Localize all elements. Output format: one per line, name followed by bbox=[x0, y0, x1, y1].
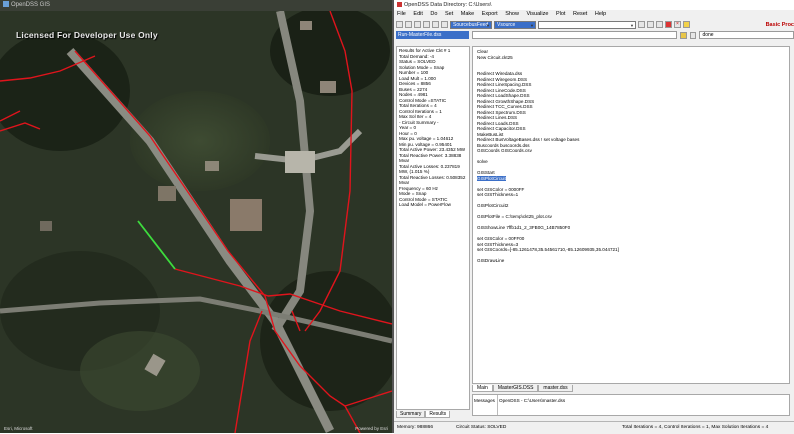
tab-results[interactable]: Results bbox=[425, 411, 451, 418]
command-toolbar: Run-MasterFile.dss done bbox=[394, 30, 794, 40]
window-title-bar: OpenDSS Data Directory: C:\Users\ bbox=[394, 0, 794, 10]
save-all-icon[interactable] bbox=[423, 21, 430, 28]
gear-icon[interactable] bbox=[689, 31, 697, 39]
file-selector[interactable]: Run-MasterFile.dss bbox=[396, 31, 469, 39]
menu-edit[interactable]: Edit bbox=[413, 11, 422, 17]
status-bar: Memory: 988866 Circuit Status: SOLVED To… bbox=[394, 421, 794, 434]
summary-tabs: Summary Results bbox=[396, 410, 451, 419]
tab-main[interactable]: Main bbox=[472, 385, 493, 392]
editor-tabs: Main MasterGIS.DSS master.dss bbox=[472, 384, 573, 393]
element-class-combo[interactable]: Vsource ▼ bbox=[494, 20, 536, 29]
solve-icon[interactable] bbox=[441, 21, 448, 28]
tab-master[interactable]: master.dss bbox=[538, 385, 573, 392]
menu-make[interactable]: Make bbox=[461, 11, 474, 17]
map-attribution-powered: Powered by Esri bbox=[355, 426, 388, 431]
building bbox=[320, 81, 336, 93]
menu-show[interactable]: Show bbox=[505, 11, 519, 17]
compile-icon[interactable] bbox=[432, 21, 439, 28]
menu-plot[interactable]: Plot bbox=[556, 11, 565, 17]
chevron-down-icon: ▼ bbox=[530, 22, 534, 28]
circuit-status: Circuit Status: SOLVED bbox=[456, 425, 507, 430]
chevron-down-icon: ▼ bbox=[630, 22, 634, 28]
command-result-box[interactable]: done bbox=[699, 31, 794, 39]
zoom-icon[interactable] bbox=[638, 21, 645, 28]
menu-export[interactable]: Export bbox=[482, 11, 498, 17]
menu-help[interactable]: Help bbox=[595, 11, 606, 17]
chevron-down-icon: ▼ bbox=[486, 22, 490, 28]
building bbox=[205, 161, 219, 171]
circuit-combo[interactable]: SourcebusFeed ▼ bbox=[450, 20, 492, 29]
summary-pane[interactable]: Results for Active Ckt # 1 Total Demand: … bbox=[396, 46, 470, 410]
messages-label: Messages bbox=[474, 398, 495, 403]
building bbox=[300, 21, 312, 30]
menu-reset[interactable]: Reset bbox=[573, 11, 587, 17]
gis-map-window[interactable]: OpenDSS GIS Licensed For Developer Use O… bbox=[0, 0, 392, 433]
element-combo[interactable]: ▼ bbox=[538, 20, 636, 29]
menu-file[interactable]: File bbox=[397, 11, 406, 17]
editor-line: GISDrawLine bbox=[477, 258, 505, 263]
opendss-window: OpenDSS Data Directory: C:\Users\ File E… bbox=[392, 0, 794, 434]
messages-text: OpenDSS - C:\Users\master.dss bbox=[499, 398, 566, 403]
close-icon[interactable]: × bbox=[674, 21, 681, 28]
map-title: OpenDSS GIS bbox=[11, 2, 51, 8]
new-file-icon[interactable] bbox=[396, 21, 403, 28]
color-icon[interactable] bbox=[656, 21, 663, 28]
edit-icon[interactable] bbox=[647, 21, 654, 28]
messages-panel[interactable]: Messages OpenDSS - C:\Users\master.dss bbox=[472, 394, 790, 416]
satellite-map[interactable] bbox=[0, 11, 392, 433]
save-icon[interactable] bbox=[414, 21, 421, 28]
script-editor[interactable]: Clear New Circuit.ckt25 Redirect Wiredata.… bbox=[472, 46, 790, 384]
main-toolbar: SourcebusFeed ▼ Vsource ▼ ▼ × Basic Proc bbox=[394, 19, 794, 30]
window-title: OpenDSS Data Directory: C:\Users\ bbox=[404, 2, 492, 8]
memory-status: Memory: 988866 bbox=[397, 425, 433, 430]
open-folder-icon[interactable] bbox=[405, 21, 412, 28]
selected-text: GISPlotCircuit bbox=[477, 175, 506, 181]
map-attribution: Esri, Microsoft bbox=[4, 426, 33, 431]
lightbulb-icon[interactable] bbox=[683, 21, 690, 28]
menu-visualize[interactable]: Visualize bbox=[527, 11, 549, 17]
folder-icon[interactable] bbox=[679, 31, 687, 39]
iterations-status: Total Iterations = 4, Control Iterations… bbox=[622, 425, 769, 430]
menu-do[interactable]: Do bbox=[430, 11, 437, 17]
map-title-bar: OpenDSS GIS bbox=[0, 0, 392, 11]
building bbox=[230, 199, 262, 231]
tab-mastergis[interactable]: MasterGIS.DSS bbox=[492, 385, 539, 392]
app-icon bbox=[397, 2, 402, 8]
divider bbox=[497, 395, 498, 415]
field-patch bbox=[80, 331, 200, 411]
menu-set[interactable]: Set bbox=[445, 11, 453, 17]
basic-proc-button[interactable]: Basic Proc bbox=[766, 22, 794, 28]
summary-line: Load Model = PowerFlow bbox=[399, 202, 451, 207]
building bbox=[158, 186, 176, 201]
app-icon bbox=[3, 1, 9, 8]
tab-summary[interactable]: Summary bbox=[396, 411, 426, 418]
menu-bar: File Edit Do Set Make Export Show Visual… bbox=[394, 10, 794, 19]
license-watermark: Licensed For Developer Use Only bbox=[16, 30, 158, 40]
building bbox=[285, 151, 315, 173]
stop-icon[interactable] bbox=[665, 21, 672, 28]
summary-line: Total Active Power: 23.4352 MW bbox=[399, 147, 466, 152]
building bbox=[40, 221, 52, 231]
path-field[interactable] bbox=[471, 31, 677, 39]
